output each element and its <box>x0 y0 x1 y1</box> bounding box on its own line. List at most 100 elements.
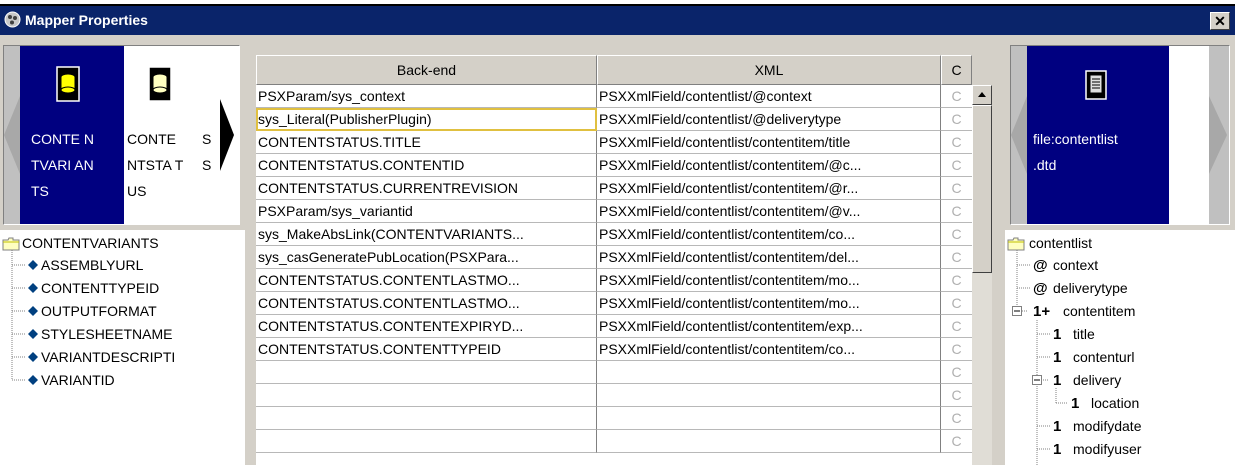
cell-backend[interactable]: CONTENTSTATUS.CONTENTEXPIRYD... <box>256 315 597 338</box>
field-icon <box>28 352 38 362</box>
column-header-backend[interactable]: Back-end <box>256 55 597 85</box>
cell-condition-icon[interactable]: C <box>941 200 972 223</box>
xml-tree-node[interactable]: contenturl <box>1073 349 1134 365</box>
field-icon <box>28 260 38 270</box>
cell-condition-icon[interactable]: C <box>941 131 972 154</box>
tree-item-assemblyurl[interactable]: ASSEMBLYURL <box>41 257 143 273</box>
carousel-next-icon[interactable] <box>1209 46 1229 224</box>
cell-condition-icon[interactable]: C <box>941 407 972 430</box>
column-header-xml[interactable]: XML <box>597 55 941 85</box>
node-marker: @ <box>1033 257 1048 274</box>
field-icon <box>28 306 38 316</box>
cell-backend[interactable]: sys_MakeAbsLink(CONTENTVARIANTS... <box>256 223 597 246</box>
field-icon <box>28 375 38 385</box>
tree-item-stylesheetname[interactable]: STYLESHEETNAME <box>41 326 172 342</box>
cell-condition-icon[interactable]: C <box>941 85 972 108</box>
cell-backend[interactable]: sys_casGeneratePubLocation(PSXPara... <box>256 246 597 269</box>
backend-datasource-carousel: CONTE NTVARI ANTS CONTE NTSTA TUS S S <box>3 45 240 225</box>
xml-tree-node[interactable]: title <box>1073 326 1095 342</box>
arrow-up-icon <box>978 92 986 97</box>
node-marker: 1 <box>1053 372 1062 389</box>
cell-xml[interactable]: PSXXmlField/contentlist/contentitem/@r..… <box>597 177 941 200</box>
scroll-up-button[interactable] <box>972 85 992 105</box>
datasource-label-contentstatus: CONTE NTSTA TUS <box>127 131 184 199</box>
xml-tree-node[interactable]: deliverytype <box>1053 280 1128 296</box>
cell-backend[interactable]: sys_Literal(PublisherPlugin) <box>256 108 597 131</box>
xml-panel: file:contentlist .dtd contentlist @ cont… <box>1005 35 1235 465</box>
cell-condition-icon[interactable]: C <box>941 177 972 200</box>
cell-xml[interactable]: PSXXmlField/contentlist/contentitem/@c..… <box>597 154 941 177</box>
database-icon <box>56 66 80 102</box>
xml-tree-node[interactable]: contentitem <box>1063 303 1135 319</box>
cell-xml[interactable] <box>597 430 941 453</box>
xml-tree-node[interactable]: location <box>1091 395 1139 411</box>
tree-item-variantid[interactable]: VARIANTID <box>41 372 115 388</box>
cell-condition-icon[interactable]: C <box>941 269 972 292</box>
cell-backend[interactable]: CONTENTSTATUS.CONTENTID <box>256 154 597 177</box>
cell-backend[interactable]: CONTENTSTATUS.CURRENTREVISION <box>256 177 597 200</box>
cell-xml[interactable]: PSXXmlField/contentlist/contentitem/exp.… <box>597 315 941 338</box>
splitter-right[interactable] <box>992 35 1005 465</box>
cell-condition-icon[interactable]: C <box>941 223 972 246</box>
cell-xml[interactable]: PSXXmlField/contentlist/contentitem/co..… <box>597 223 941 246</box>
xml-tree-node[interactable]: modifyuser <box>1073 441 1141 457</box>
cell-condition-icon[interactable]: C <box>941 292 972 315</box>
carousel-prev-icon[interactable] <box>4 46 20 224</box>
cell-condition-icon[interactable]: C <box>941 246 972 269</box>
xml-tree-node[interactable]: context <box>1053 257 1098 273</box>
xml-tree-node[interactable]: modifydate <box>1073 418 1141 434</box>
cell-condition-icon[interactable]: C <box>941 338 972 361</box>
tree-item-outputformat[interactable]: OUTPUTFORMAT <box>41 303 157 319</box>
cell-backend[interactable]: PSXParam/sys_context <box>256 85 597 108</box>
cell-backend[interactable]: CONTENTSTATUS.TITLE <box>256 131 597 154</box>
tree-item-contenttypeid[interactable]: CONTENTTYPEID <box>41 280 159 296</box>
cell-backend[interactable] <box>256 407 597 430</box>
grid-vertical-scrollbar[interactable] <box>972 85 992 465</box>
cell-backend[interactable]: CONTENTSTATUS.CONTENTLASTMO... <box>256 292 597 315</box>
cell-backend[interactable] <box>256 384 597 407</box>
backend-field-tree: CONTENTVARIANTS ASSEMBLYURL CONTENTTYPEI… <box>0 230 245 465</box>
carousel-next-icon[interactable] <box>220 46 240 224</box>
cell-xml[interactable]: PSXXmlField/contentlist/contentitem/del.… <box>597 246 941 269</box>
carousel-empty-area <box>1169 46 1209 224</box>
mapper-app-icon <box>4 11 21 28</box>
cell-condition-icon[interactable]: C <box>941 315 972 338</box>
title-bar: Mapper Properties <box>0 6 1235 35</box>
node-marker: @ <box>1033 280 1048 297</box>
cell-xml[interactable]: PSXXmlField/contentlist/contentitem/mo..… <box>597 269 941 292</box>
column-header-condition[interactable]: C <box>941 55 972 85</box>
cell-xml[interactable] <box>597 384 941 407</box>
cell-xml[interactable]: PSXXmlField/contentlist/contentitem/@v..… <box>597 200 941 223</box>
cell-condition-icon[interactable]: C <box>941 430 972 453</box>
cell-backend[interactable] <box>256 361 597 384</box>
node-marker: 1 <box>1071 395 1080 412</box>
cell-backend[interactable]: CONTENTSTATUS.CONTENTTYPEID <box>256 338 597 361</box>
cell-condition-icon[interactable]: C <box>941 384 972 407</box>
node-marker: 1 <box>1053 326 1062 343</box>
cell-xml[interactable] <box>597 407 941 430</box>
collapse-icon[interactable] <box>1032 375 1042 385</box>
cell-condition-icon[interactable]: C <box>941 108 972 131</box>
backend-panel: CONTE NTVARI ANTS CONTE NTSTA TUS S S CO… <box>0 35 245 465</box>
scroll-thumb[interactable] <box>972 105 992 273</box>
cell-condition-icon[interactable]: C <box>941 361 972 384</box>
tree-item-variantdescription[interactable]: VARIANTDESCRIPTI <box>41 349 175 365</box>
xml-field-tree: contentlist @ context @ deliverytype 1+ conte… <box>1005 230 1235 465</box>
node-marker: 1 <box>1053 441 1062 458</box>
cell-backend[interactable]: PSXParam/sys_variantid <box>256 200 597 223</box>
carousel-prev-icon[interactable] <box>1011 46 1027 224</box>
cell-condition-icon[interactable]: C <box>941 154 972 177</box>
cell-xml[interactable]: PSXXmlField/contentlist/@context <box>597 85 941 108</box>
close-button[interactable]: ✕ <box>1210 12 1230 30</box>
splitter-left[interactable] <box>245 35 256 465</box>
cell-xml[interactable]: PSXXmlField/contentlist/contentitem/mo..… <box>597 292 941 315</box>
cell-xml[interactable] <box>597 361 941 384</box>
cell-xml[interactable]: PSXXmlField/contentlist/@deliverytype <box>597 108 941 131</box>
cell-xml[interactable]: PSXXmlField/contentlist/contentitem/co..… <box>597 338 941 361</box>
xml-tree-node[interactable]: delivery <box>1073 372 1121 388</box>
cell-backend[interactable]: CONTENTSTATUS.CONTENTLASTMO... <box>256 269 597 292</box>
tree-root-contentvariants[interactable]: CONTENTVARIANTS <box>22 235 159 251</box>
cell-xml[interactable]: PSXXmlField/contentlist/contentitem/titl… <box>597 131 941 154</box>
cell-backend[interactable] <box>256 430 597 453</box>
collapse-icon[interactable] <box>1012 306 1022 316</box>
